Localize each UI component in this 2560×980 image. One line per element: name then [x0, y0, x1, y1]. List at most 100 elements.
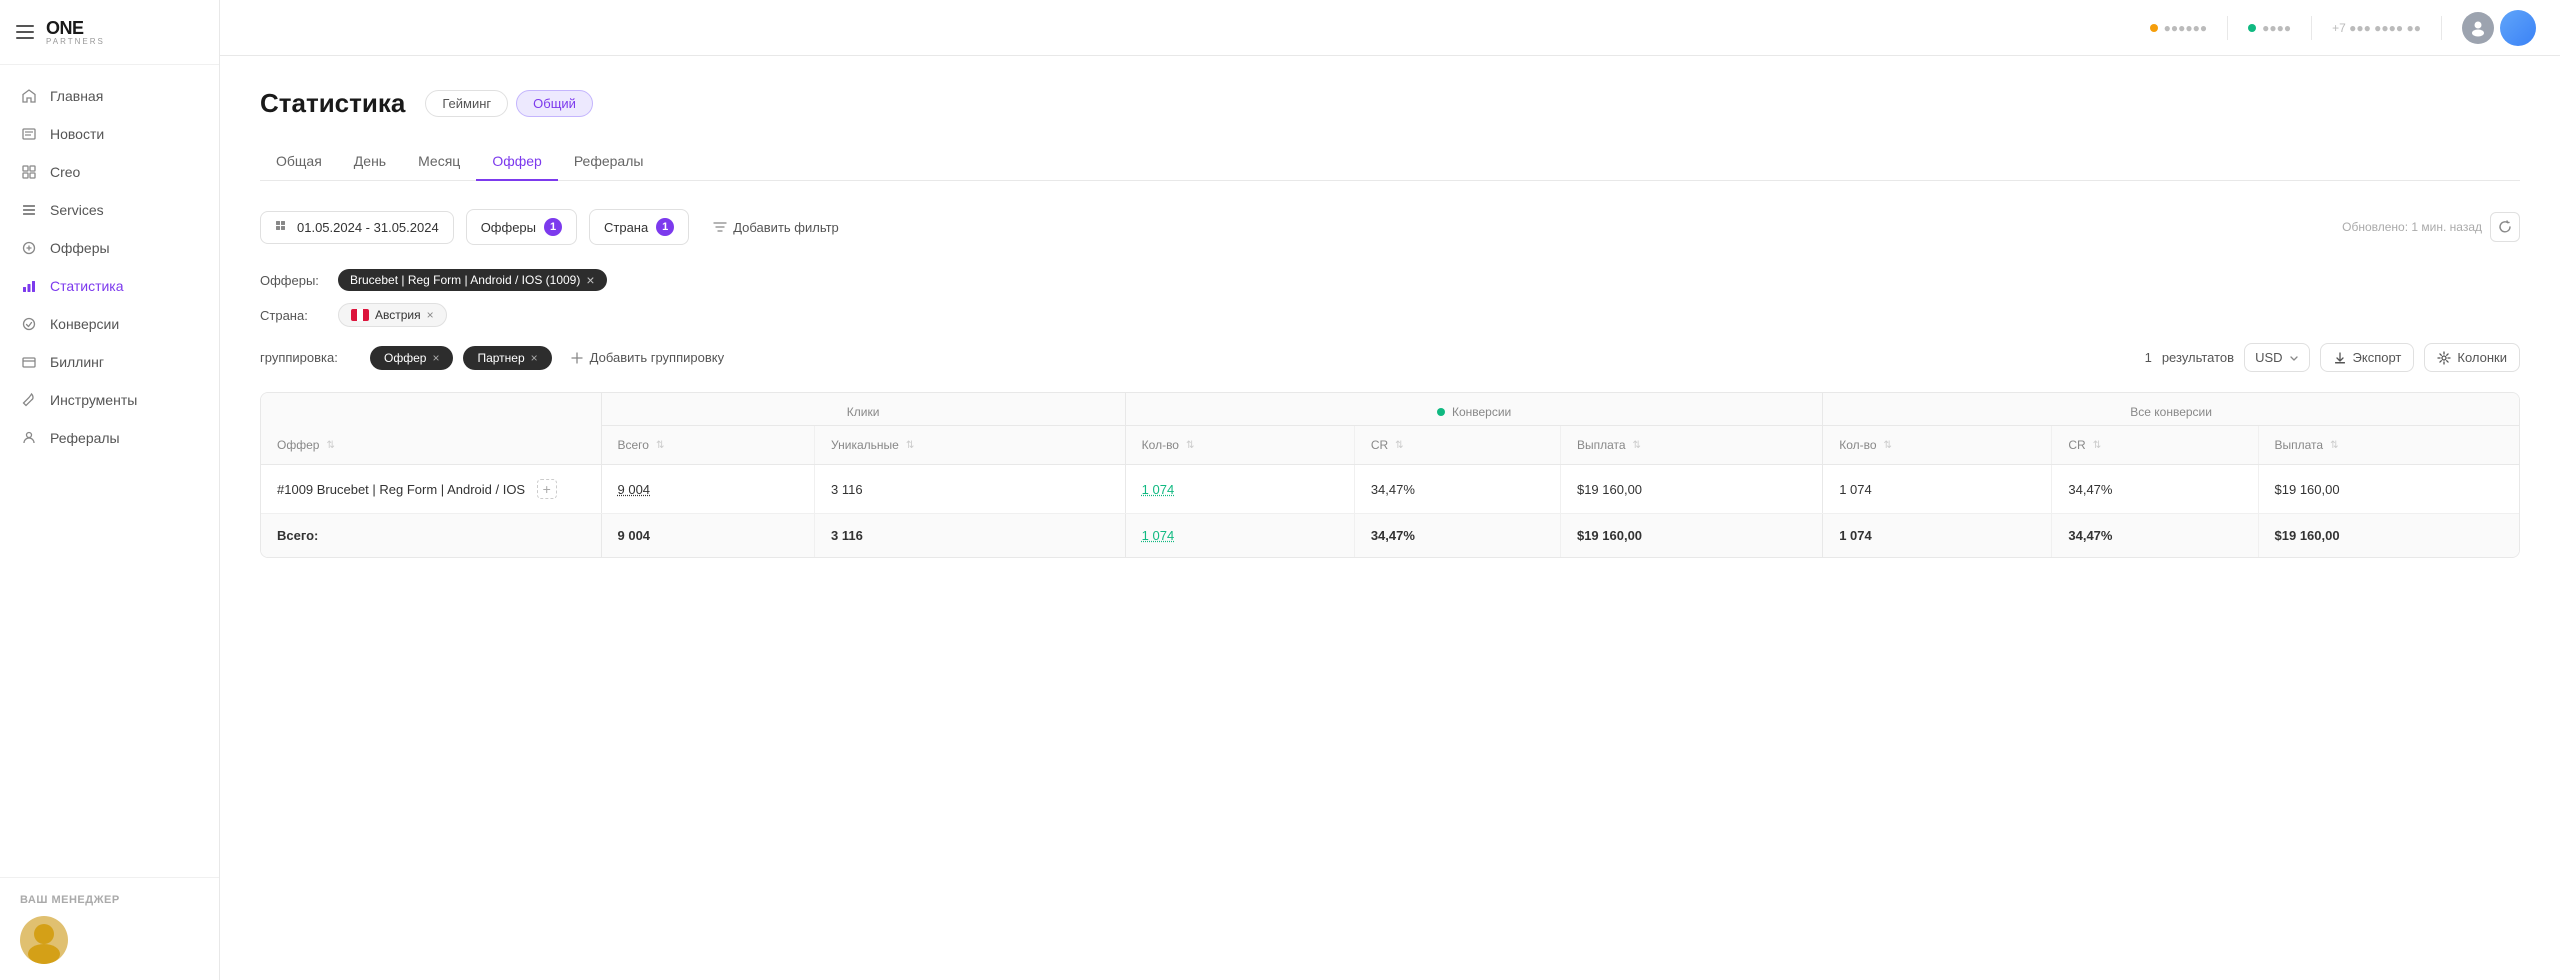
clicks-label: Клики — [847, 405, 880, 419]
all-payout-total-value: $19 160,00 — [2275, 528, 2340, 543]
main: ●●●●●● ●●●● +7 ●●● ●●●● ●● Статистика Ге… — [220, 0, 2560, 980]
offers-filter[interactable]: Офферы 1 — [466, 209, 577, 245]
sidebar-item-creo[interactable]: Creo — [0, 153, 219, 191]
topbar-phone-label: +7 ●●● ●●●● ●● — [2332, 21, 2421, 35]
sidebar-item-label: Главная — [50, 88, 103, 104]
topbar-status1[interactable]: ●●●●●● — [2150, 21, 2208, 35]
sidebar-item-label: Конверсии — [50, 316, 119, 332]
download-icon — [2333, 351, 2347, 365]
sidebar-item-news[interactable]: Новости — [0, 115, 219, 153]
country-filter-row: Страна: Австрия × — [260, 303, 2520, 327]
hamburger-menu[interactable] — [16, 25, 34, 39]
payout-sort[interactable]: Выплата ⇅ — [1577, 438, 1641, 452]
add-grouping-btn[interactable]: Добавить группировку — [562, 345, 732, 370]
qty-sort[interactable]: Кол-во ⇅ — [1142, 438, 1195, 452]
sub-tab-day[interactable]: День — [338, 143, 402, 181]
all-cr-cell: 34,47% — [2052, 465, 2258, 514]
columns-button[interactable]: Колонки — [2424, 343, 2520, 372]
all-qty-value: 1 074 — [1839, 482, 1872, 497]
sidebar-item-services[interactable]: Services — [0, 191, 219, 229]
conv-payout-value: $19 160,00 — [1577, 482, 1642, 497]
sort-icon7: ⇅ — [1884, 440, 1892, 451]
sidebar-item-conversions[interactable]: Конверсии — [0, 305, 219, 343]
grouping-row: группировка: Оффер × Партнер × Добавить … — [260, 343, 2520, 372]
topbar-status2[interactable]: ●●●● — [2248, 21, 2291, 35]
status-dot-green — [2248, 24, 2256, 32]
all-conversions-label: Все конверсии — [2130, 405, 2212, 419]
sub-tab-month[interactable]: Месяц — [402, 143, 476, 181]
cr-sort[interactable]: CR ⇅ — [1371, 438, 1404, 452]
payout2-sort[interactable]: Выплата ⇅ — [2275, 438, 2339, 452]
group-tag-offer-close[interactable]: × — [432, 351, 439, 365]
sidebar-item-offers[interactable]: Офферы — [0, 229, 219, 267]
sidebar-item-label: Статистика — [50, 278, 124, 294]
tab-gaming[interactable]: Гейминг — [425, 90, 508, 117]
topbar-phone[interactable]: +7 ●●● ●●●● ●● — [2332, 21, 2421, 35]
results-label: результатов — [2162, 350, 2234, 365]
table-row: #1009 Brucebet | Reg Form | Android / IO… — [261, 465, 2519, 514]
news-icon — [20, 125, 38, 143]
sidebar-item-tools[interactable]: Инструменты — [0, 381, 219, 419]
offer-sort[interactable]: Оффер ⇅ — [277, 438, 335, 452]
total-sort[interactable]: Всего ⇅ — [618, 438, 665, 452]
col-offer-label: Оффер — [277, 438, 319, 452]
sidebar-item-referrals[interactable]: Рефералы — [0, 419, 219, 457]
conv-qty-cell: 1 074 — [1125, 465, 1354, 514]
add-filter-btn[interactable]: Добавить фильтр — [701, 212, 851, 243]
sidebar-item-billing[interactable]: Биллинг — [0, 343, 219, 381]
group-tag-offer[interactable]: Оффер × — [370, 346, 453, 370]
sub-tab-overall[interactable]: Общая — [260, 143, 338, 181]
sidebar-item-home[interactable]: Главная — [0, 77, 219, 115]
data-table: Оффер ⇅ Клики Конверсии Все конвер — [261, 393, 2519, 557]
qty2-sort[interactable]: Кол-во ⇅ — [1839, 438, 1892, 452]
sub-tab-referrals[interactable]: Рефералы — [558, 143, 660, 181]
conversions-dot — [1437, 408, 1445, 416]
grid-icon — [275, 220, 289, 234]
conv-qty-total-value: 1 074 — [1142, 528, 1175, 543]
total-clicks-cell: 9 004 — [601, 465, 815, 514]
sidebar-item-label: Биллинг — [50, 354, 104, 370]
add-filter-label: Добавить фильтр — [733, 220, 839, 235]
total-clicks-total: 9 004 — [601, 514, 815, 558]
conv-cr-value: 34,47% — [1371, 482, 1415, 497]
expand-offer-btn[interactable]: + — [537, 479, 557, 499]
group-tag-partner[interactable]: Партнер × — [463, 346, 551, 370]
currency-selector[interactable]: USD — [2244, 343, 2309, 372]
topbar-divider2 — [2311, 16, 2312, 40]
group-tag-partner-close[interactable]: × — [531, 351, 538, 365]
col-header-all-conversions: Все конверсии — [1823, 393, 2519, 426]
country-tag[interactable]: Австрия × — [338, 303, 447, 327]
topbar-status2-label: ●●●● — [2262, 21, 2291, 35]
offer-tag[interactable]: Brucebet | Reg Form | Android / IOS (100… — [338, 269, 607, 291]
sidebar-item-label: Офферы — [50, 240, 110, 256]
update-info: Обновлено: 1 мин. назад — [2342, 212, 2520, 242]
conv-cr-cell: 34,47% — [1354, 465, 1560, 514]
topbar-user[interactable] — [2462, 10, 2536, 46]
country-filter-badge: 1 — [656, 218, 674, 236]
country-tag-close[interactable]: × — [427, 308, 434, 322]
cr2-sort[interactable]: CR ⇅ — [2068, 438, 2101, 452]
nav: Главная Новости Creo Services — [0, 65, 219, 877]
page-header: Статистика Гейминг Общий — [260, 88, 2520, 119]
offer-tag-close[interactable]: × — [586, 273, 594, 287]
tab-general[interactable]: Общий — [516, 90, 593, 117]
topbar-divider — [2227, 16, 2228, 40]
tools-icon — [20, 391, 38, 409]
billing-icon — [20, 353, 38, 371]
export-button[interactable]: Экспорт — [2320, 343, 2415, 372]
total-clicks-total-value: 9 004 — [618, 528, 651, 543]
all-cr-value: 34,47% — [2068, 482, 2112, 497]
unique-sort[interactable]: Уникальные ⇅ — [831, 438, 914, 452]
sidebar-item-label: Рефералы — [50, 430, 120, 446]
date-range-filter[interactable]: 01.05.2024 - 31.05.2024 — [260, 211, 454, 244]
country-filter[interactable]: Страна 1 — [589, 209, 689, 245]
sidebar-item-stats[interactable]: Статистика — [0, 267, 219, 305]
refresh-button[interactable] — [2490, 212, 2520, 242]
col-header-total: Всего ⇅ — [601, 426, 815, 465]
sub-tab-offer[interactable]: Оффер — [476, 143, 558, 181]
offers-filter-badge: 1 — [544, 218, 562, 236]
settings-icon — [2437, 351, 2451, 365]
col-header-clicks: Клики — [601, 393, 1125, 426]
date-range-value: 01.05.2024 - 31.05.2024 — [297, 220, 439, 235]
total-row: Всего: 9 004 3 116 1 074 34,47% — [261, 514, 2519, 558]
